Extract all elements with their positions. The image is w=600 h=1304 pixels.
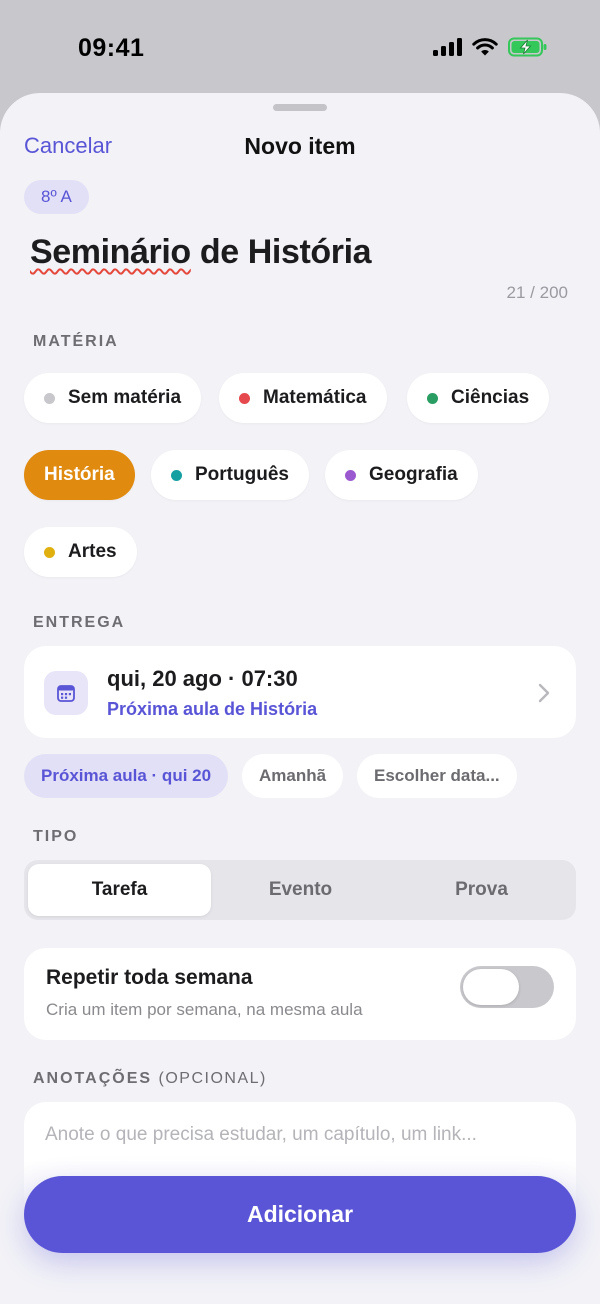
- subject-chip-label: Matemática: [263, 387, 367, 408]
- subject-chip-historia[interactable]: História: [24, 450, 135, 500]
- status-bar: 09:41: [0, 0, 600, 96]
- class-badge: 8º A: [24, 180, 89, 214]
- subject-chip-label: Artes: [68, 541, 117, 562]
- repeat-weekly-row: Repetir toda semana Cria um item por sem…: [24, 948, 576, 1040]
- status-time: 09:41: [78, 34, 145, 62]
- subject-chip-matematica[interactable]: Matemática: [219, 373, 387, 423]
- subject-chip-label: Sem matéria: [68, 387, 182, 408]
- notes-label: ANOTAÇÕES: [33, 1070, 153, 1087]
- item-title-misspelled-word: Seminário: [30, 233, 191, 271]
- notes-section-label: ANOTAÇÕES (OPCIONAL): [33, 1070, 267, 1088]
- notes-optional-label: (OPCIONAL): [158, 1070, 267, 1087]
- cellular-signal-icon: [433, 38, 462, 56]
- type-section-label: TIPO: [33, 828, 79, 845]
- repeat-title: Repetir toda semana: [46, 966, 253, 989]
- character-count: 21 / 200: [506, 283, 568, 302]
- subject-color-dot: [239, 392, 250, 404]
- quick-date-choose[interactable]: Escolher data...: [357, 754, 517, 798]
- subject-color-dot: [44, 546, 55, 558]
- battery-charging-icon: [508, 37, 547, 57]
- delivery-date-row[interactable]: qui, 20 ago · 07:30 Próxima aula de Hist…: [24, 646, 576, 738]
- delivery-date-hint: Próxima aula de História: [107, 699, 318, 719]
- delivery-date-value: qui, 20 ago · 07:30: [107, 666, 298, 691]
- subject-color-dot: [44, 392, 55, 404]
- delivery-section-label: ENTREGA: [33, 614, 126, 631]
- sheet-title: Novo item: [244, 133, 356, 159]
- subject-chip-label: Geografia: [369, 464, 458, 485]
- subject-chip-geografia[interactable]: Geografia: [325, 450, 478, 500]
- subject-section-label: MATÉRIA: [33, 333, 119, 350]
- subject-chip-label: História: [44, 464, 115, 485]
- subject-chip-portugues[interactable]: Português: [151, 450, 309, 500]
- calendar-icon: [44, 671, 88, 715]
- chevron-right-icon: [538, 683, 550, 703]
- subject-chip-sem-materia[interactable]: Sem matéria: [24, 373, 202, 423]
- add-button[interactable]: Adicionar: [24, 1176, 576, 1253]
- quick-date-next-class[interactable]: Próxima aula · qui 20: [24, 754, 229, 798]
- subject-chip-ciencias[interactable]: Ciências: [407, 373, 550, 423]
- subject-chip-artes[interactable]: Artes: [24, 527, 137, 577]
- subject-color-dot: [171, 469, 182, 481]
- subject-chip-label: Português: [195, 464, 289, 485]
- item-title-rest: de História: [190, 233, 372, 271]
- type-segmented-control: Tarefa Evento Prova: [24, 860, 576, 920]
- sheet-grabber[interactable]: [273, 104, 327, 111]
- type-option-tarefa[interactable]: Tarefa: [28, 864, 211, 916]
- toggle-knob: [463, 969, 519, 1005]
- type-option-prova[interactable]: Prova: [390, 864, 573, 916]
- subject-color-dot: [345, 469, 356, 481]
- wifi-icon: [472, 37, 498, 55]
- subject-color-dot: [427, 392, 438, 404]
- repeat-subtitle: Cria um item por semana, na mesma aula: [46, 1000, 363, 1019]
- item-title-field[interactable]: Seminário de História: [30, 233, 372, 272]
- subject-chip-label: Ciências: [451, 387, 530, 408]
- quick-date-tomorrow[interactable]: Amanhã: [242, 754, 344, 798]
- type-option-evento[interactable]: Evento: [209, 864, 392, 916]
- repeat-toggle[interactable]: [460, 966, 554, 1008]
- status-icons: [433, 37, 548, 57]
